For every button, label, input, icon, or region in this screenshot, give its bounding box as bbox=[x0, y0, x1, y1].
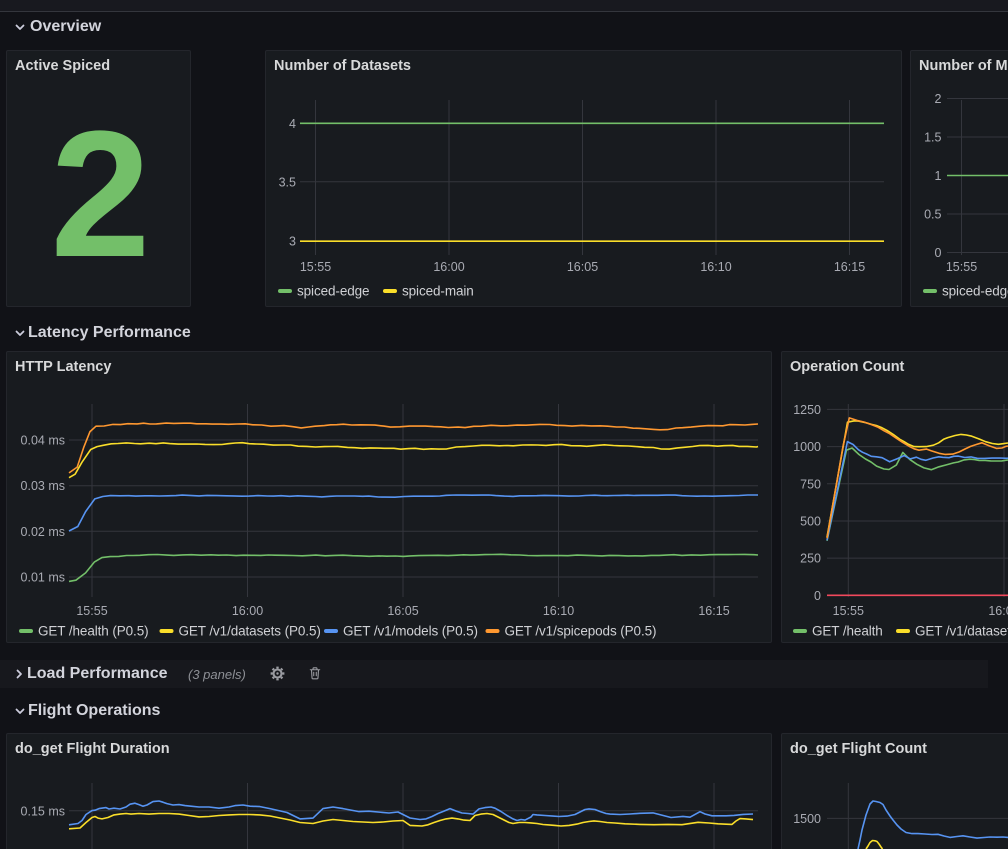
svg-text:500: 500 bbox=[800, 515, 821, 529]
svg-text:16:10: 16:10 bbox=[543, 604, 574, 618]
svg-text:16:10: 16:10 bbox=[700, 260, 731, 274]
svg-text:4: 4 bbox=[289, 117, 296, 131]
svg-text:250: 250 bbox=[800, 552, 821, 566]
svg-text:1000: 1000 bbox=[793, 440, 821, 454]
svg-text:0.03 ms: 0.03 ms bbox=[21, 479, 65, 493]
svg-text:spiced-edge: spiced-edge bbox=[942, 284, 1008, 299]
svg-text:15:55: 15:55 bbox=[76, 604, 107, 618]
svg-text:spiced-main: spiced-main bbox=[402, 284, 474, 299]
svg-text:GET /v1/datasets: GET /v1/datasets bbox=[915, 624, 1008, 639]
svg-text:3: 3 bbox=[289, 235, 296, 249]
svg-text:15:55: 15:55 bbox=[946, 260, 977, 274]
svg-text:spiced-edge: spiced-edge bbox=[297, 284, 369, 299]
svg-text:750: 750 bbox=[800, 477, 821, 491]
svg-text:0.15 ms: 0.15 ms bbox=[21, 804, 65, 818]
svg-text:16:05: 16:05 bbox=[567, 260, 598, 274]
svg-text:GET /health: GET /health bbox=[812, 624, 883, 639]
svg-text:16:05: 16:05 bbox=[387, 604, 418, 618]
svg-text:2: 2 bbox=[935, 92, 942, 106]
svg-text:GET /v1/models (P0.5): GET /v1/models (P0.5) bbox=[343, 624, 478, 639]
svg-text:1500: 1500 bbox=[793, 812, 821, 826]
svg-text:GET /v1/datasets (P0.5): GET /v1/datasets (P0.5) bbox=[179, 624, 321, 639]
svg-text:16:15: 16:15 bbox=[698, 604, 729, 618]
svg-text:0.01 ms: 0.01 ms bbox=[21, 571, 65, 585]
svg-text:1.5: 1.5 bbox=[924, 131, 941, 145]
svg-text:1: 1 bbox=[935, 169, 942, 183]
svg-text:0: 0 bbox=[814, 589, 821, 603]
svg-text:0: 0 bbox=[935, 246, 942, 260]
svg-text:15:55: 15:55 bbox=[833, 604, 864, 618]
svg-text:0.04 ms: 0.04 ms bbox=[21, 434, 65, 448]
svg-text:16:15: 16:15 bbox=[834, 260, 865, 274]
svg-text:GET /health (P0.5): GET /health (P0.5) bbox=[38, 624, 149, 639]
svg-text:15:55: 15:55 bbox=[300, 260, 331, 274]
svg-text:0.5: 0.5 bbox=[924, 208, 941, 222]
svg-text:1250: 1250 bbox=[793, 403, 821, 417]
svg-text:3.5: 3.5 bbox=[279, 175, 296, 189]
svg-text:16:00: 16:00 bbox=[232, 604, 263, 618]
svg-text:16:00: 16:00 bbox=[433, 260, 464, 274]
svg-text:16:00: 16:00 bbox=[988, 604, 1008, 618]
svg-text:0.02 ms: 0.02 ms bbox=[21, 525, 65, 539]
svg-text:GET /v1/spicepods (P0.5): GET /v1/spicepods (P0.5) bbox=[505, 624, 657, 639]
